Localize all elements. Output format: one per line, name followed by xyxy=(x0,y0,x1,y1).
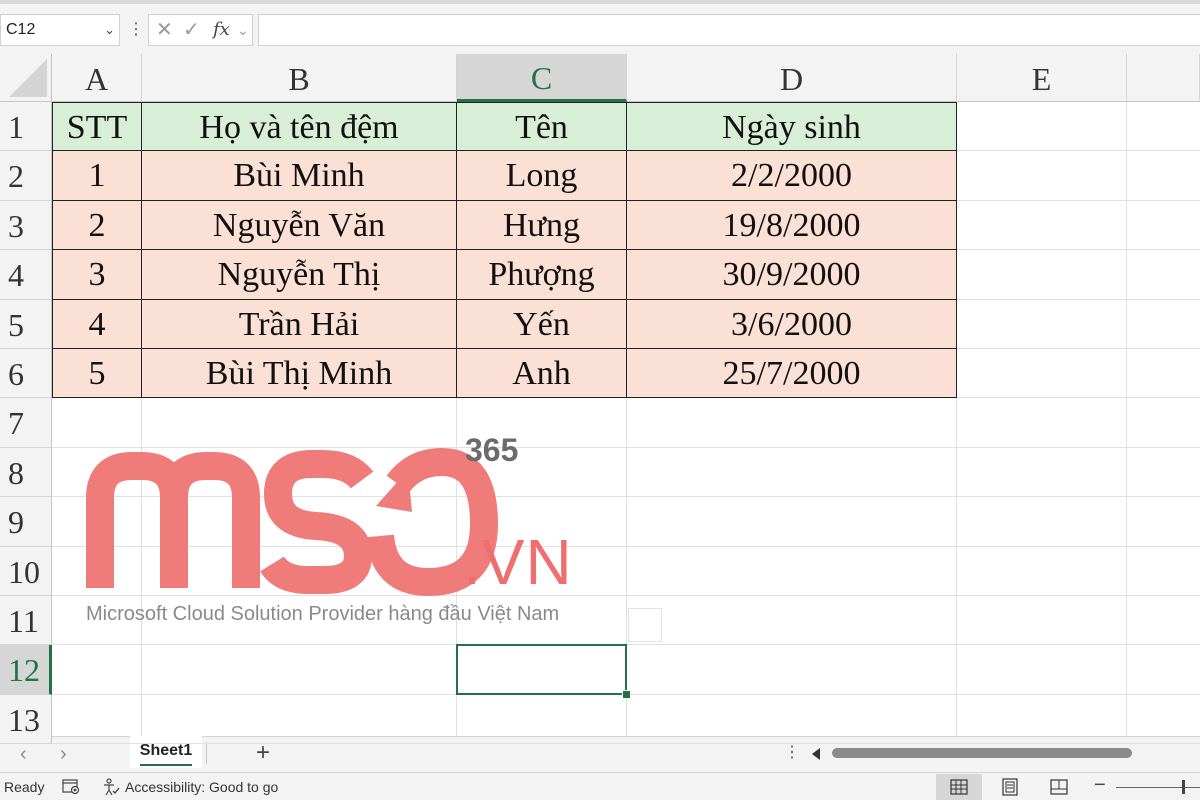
fill-handle[interactable] xyxy=(622,690,631,699)
chevron-down-icon[interactable]: ⌄ xyxy=(104,15,115,45)
enter-icon[interactable]: ✓ xyxy=(183,15,200,45)
name-box[interactable]: C12 ⌄ xyxy=(0,14,120,46)
table-header-cell[interactable]: Tên xyxy=(457,102,627,152)
select-all-corner[interactable] xyxy=(0,54,52,102)
column-header-d[interactable]: D xyxy=(627,54,957,102)
table-cell[interactable]: 2/2/2000 xyxy=(627,151,957,201)
table-cell[interactable]: 1 xyxy=(52,151,142,201)
row-header-1[interactable]: 1 xyxy=(0,102,52,152)
table-header-cell[interactable]: STT xyxy=(52,102,142,152)
zoom-slider-thumb[interactable] xyxy=(1182,780,1185,794)
logo-domain: .VN xyxy=(463,526,573,598)
more-vertical-icon[interactable]: ⋮ xyxy=(128,16,144,44)
cancel-icon[interactable]: ✕ xyxy=(156,15,173,45)
row-header-12[interactable]: 12 xyxy=(0,645,52,695)
table-cell[interactable]: 19/8/2000 xyxy=(627,200,957,251)
table-cell[interactable]: Nguyễn Văn xyxy=(142,200,457,251)
table-cell[interactable]: Yến xyxy=(457,299,627,349)
page-break-view-icon[interactable] xyxy=(1050,778,1068,796)
scroll-left-icon[interactable] xyxy=(812,748,820,760)
table-cell[interactable]: 2 xyxy=(52,200,142,251)
column-header-c[interactable]: C xyxy=(457,54,627,102)
paste-options-box[interactable] xyxy=(628,608,662,642)
row-header-4[interactable]: 4 xyxy=(0,250,52,300)
row-header-5[interactable]: 5 xyxy=(0,299,52,349)
table-cell[interactable]: 30/9/2000 xyxy=(627,250,957,300)
table-cell[interactable]: 5 xyxy=(52,349,142,399)
table-header-cell[interactable]: Họ và tên đệm xyxy=(142,102,457,152)
row-header-7[interactable]: 7 xyxy=(0,398,52,448)
column-header-e[interactable]: E xyxy=(957,54,1127,102)
selected-cell-c12[interactable] xyxy=(456,644,627,695)
row-header-9[interactable]: 9 xyxy=(0,497,52,547)
row-header-13[interactable]: 13 xyxy=(0,694,52,745)
row-header-10[interactable]: 10 xyxy=(0,546,52,596)
table-cell[interactable]: 3 xyxy=(52,250,142,300)
table-cell[interactable]: Trần Hải xyxy=(142,299,457,349)
table-cell[interactable]: Long xyxy=(457,151,627,201)
table-cell[interactable]: 4 xyxy=(52,299,142,349)
column-header-a[interactable]: A xyxy=(52,54,142,102)
zoom-out-button[interactable]: − xyxy=(1094,774,1106,797)
logo-tagline: Microsoft Cloud Solution Provider hàng đ… xyxy=(86,603,560,625)
chevron-down-icon[interactable]: ⌄ xyxy=(237,15,249,45)
row-header-2[interactable]: 2 xyxy=(0,151,52,201)
macro-recording-icon[interactable] xyxy=(62,778,80,794)
row-header-8[interactable]: 8 xyxy=(0,447,52,498)
table-cell[interactable]: Hưng xyxy=(457,200,627,251)
formula-buttons: ✕ ✓ fx ⌄ xyxy=(148,14,253,46)
active-tab-indicator xyxy=(140,764,192,766)
row-header-6[interactable]: 6 xyxy=(0,349,52,399)
table-cell[interactable]: Nguyễn Thị xyxy=(142,250,457,300)
horizontal-scrollbar[interactable] xyxy=(832,748,1132,758)
gridline-horizontal xyxy=(52,743,1200,745)
page-layout-view-icon[interactable] xyxy=(1001,778,1019,796)
gridline-vertical xyxy=(1126,102,1127,736)
logo-365: 365 xyxy=(465,432,519,468)
tab-options-icon[interactable]: ⋮ xyxy=(784,742,800,762)
table-cell[interactable]: Bùi Thị Minh xyxy=(142,349,457,399)
table-header-cell[interactable]: Ngày sinh xyxy=(627,102,957,152)
accessibility-icon[interactable] xyxy=(102,778,120,796)
status-ready: Ready xyxy=(4,779,45,795)
table-cell[interactable]: Bùi Minh xyxy=(142,151,457,201)
table-cell[interactable]: Phượng xyxy=(457,250,627,300)
normal-view-icon xyxy=(950,779,968,795)
prev-sheet-icon[interactable]: ‹ xyxy=(20,740,27,768)
next-sheet-icon[interactable]: › xyxy=(60,740,67,768)
row-header-11[interactable]: 11 xyxy=(0,596,52,646)
tab-divider xyxy=(206,742,207,764)
column-header-b[interactable]: B xyxy=(142,54,457,102)
table-cell[interactable]: 25/7/2000 xyxy=(627,349,957,399)
row-header-3[interactable]: 3 xyxy=(0,200,52,251)
insert-function-icon[interactable]: fx xyxy=(213,15,230,45)
formula-input[interactable] xyxy=(258,14,1200,46)
zoom-slider[interactable] xyxy=(1116,787,1200,788)
column-header-f[interactable] xyxy=(1127,54,1200,102)
table-cell[interactable]: 3/6/2000 xyxy=(627,299,957,349)
table-cell[interactable]: Anh xyxy=(457,349,627,399)
accessibility-status[interactable]: Accessibility: Good to go xyxy=(125,779,278,795)
name-box-value: C12 xyxy=(6,21,36,38)
